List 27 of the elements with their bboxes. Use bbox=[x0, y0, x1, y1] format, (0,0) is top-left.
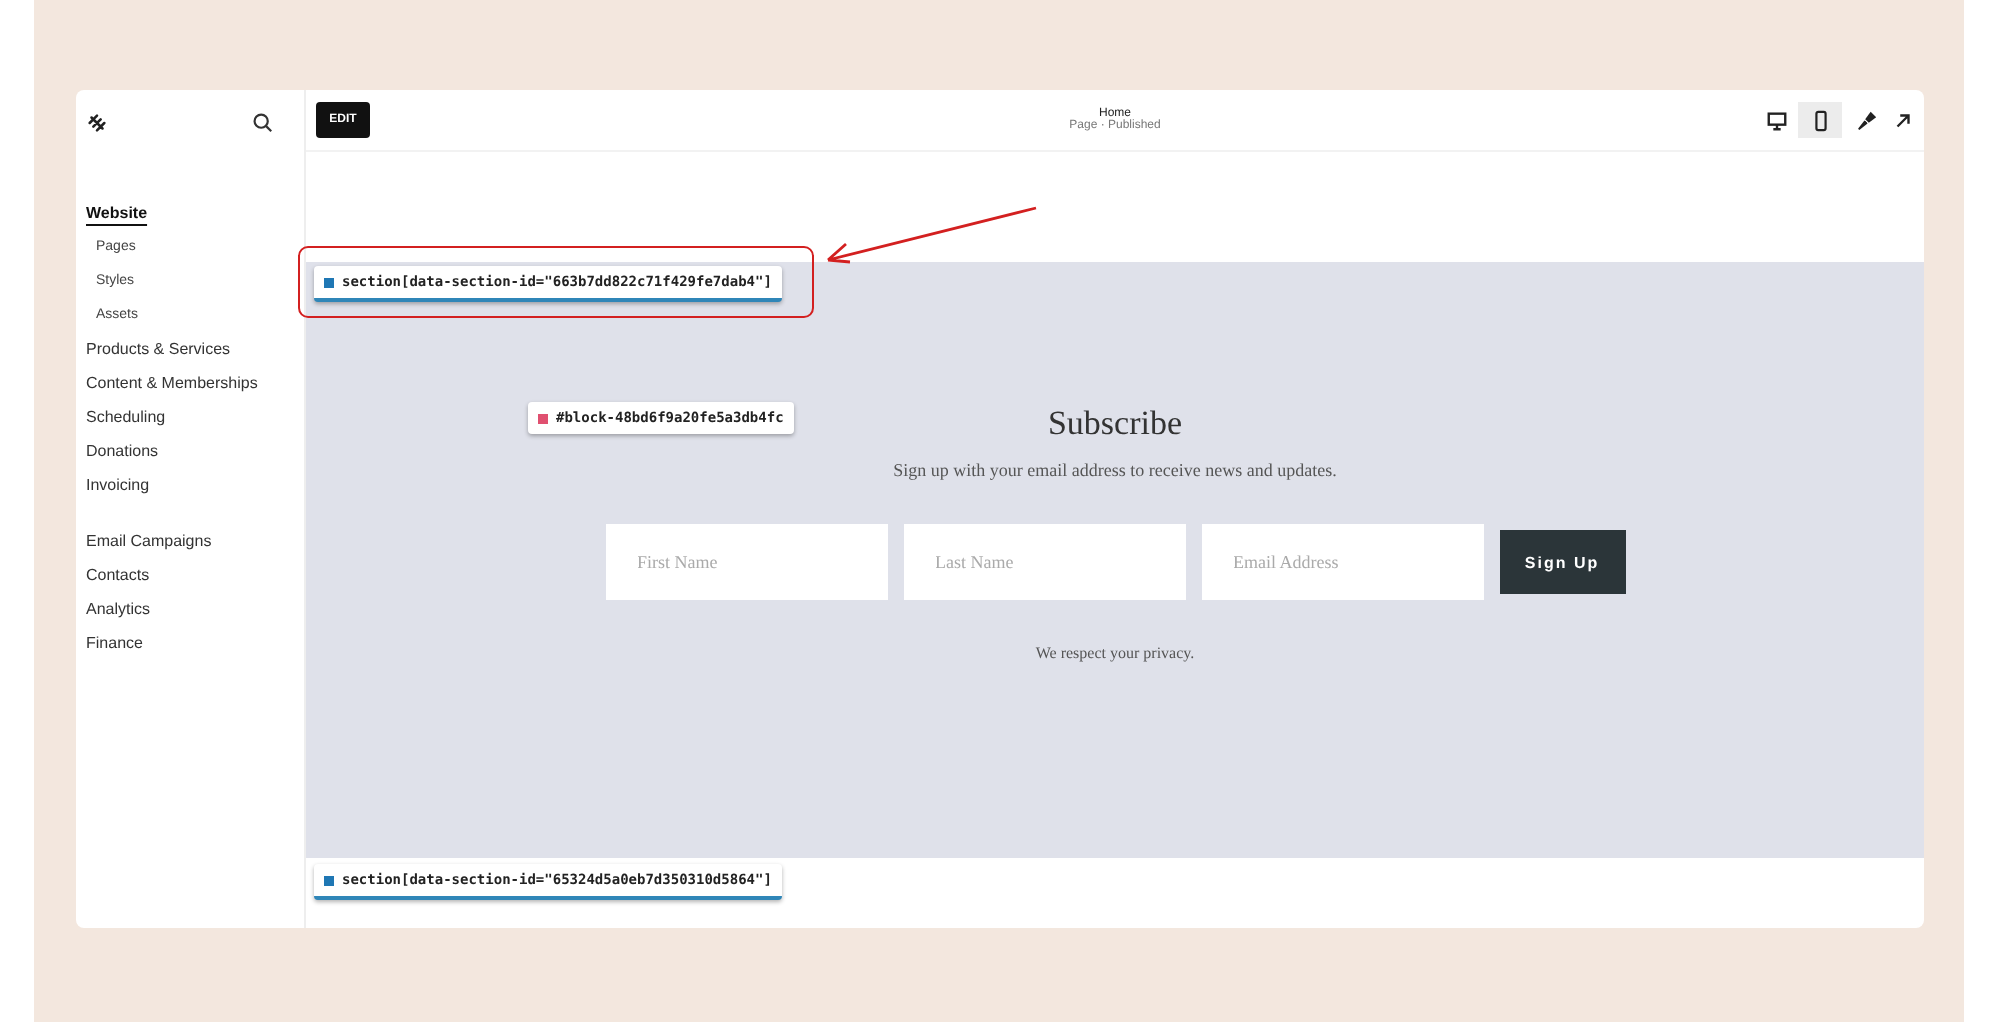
logo-icon bbox=[86, 111, 108, 133]
sidebar-item[interactable]: Products & Services bbox=[86, 332, 231, 366]
arrow-icon[interactable] bbox=[1892, 109, 1914, 131]
section-heading: Subscribe bbox=[1047, 404, 1183, 444]
sidebar-item[interactable]: Email Campaigns bbox=[86, 524, 212, 558]
section-icon bbox=[324, 875, 334, 885]
sidebar-item[interactable]: Invoicing bbox=[86, 468, 150, 502]
section-description: Sign up with your email address to receive news and updates. bbox=[893, 460, 1337, 480]
block-icon bbox=[538, 413, 548, 423]
sidebar-item[interactable]: Scheduling bbox=[86, 400, 166, 434]
search-icon[interactable] bbox=[252, 111, 274, 133]
input-field[interactable]: Email Address bbox=[1201, 524, 1483, 600]
input-field[interactable]: First Name bbox=[605, 524, 887, 600]
sidebar-item[interactable]: Finance bbox=[86, 626, 143, 660]
input-field[interactable]: Last Name bbox=[903, 524, 1185, 600]
sign-up-button[interactable]: Sign Up bbox=[1499, 530, 1625, 594]
sidebar-item[interactable]: Analytics bbox=[86, 592, 151, 626]
section-icon bbox=[324, 277, 334, 287]
sidebar-item[interactable]: Contacts bbox=[86, 558, 150, 592]
phone-icon bbox=[1809, 109, 1831, 131]
sidebar-item[interactable]: Donations bbox=[86, 434, 159, 468]
brush-icon[interactable] bbox=[1856, 109, 1878, 131]
mobile-view-button[interactable] bbox=[1798, 102, 1842, 138]
sidebar-item[interactable]: Content & Memberships bbox=[86, 366, 258, 400]
privacy-note: We respect your privacy. bbox=[1035, 644, 1195, 662]
monitor-icon bbox=[1765, 109, 1787, 131]
sidebar-item[interactable]: Website bbox=[86, 196, 148, 230]
